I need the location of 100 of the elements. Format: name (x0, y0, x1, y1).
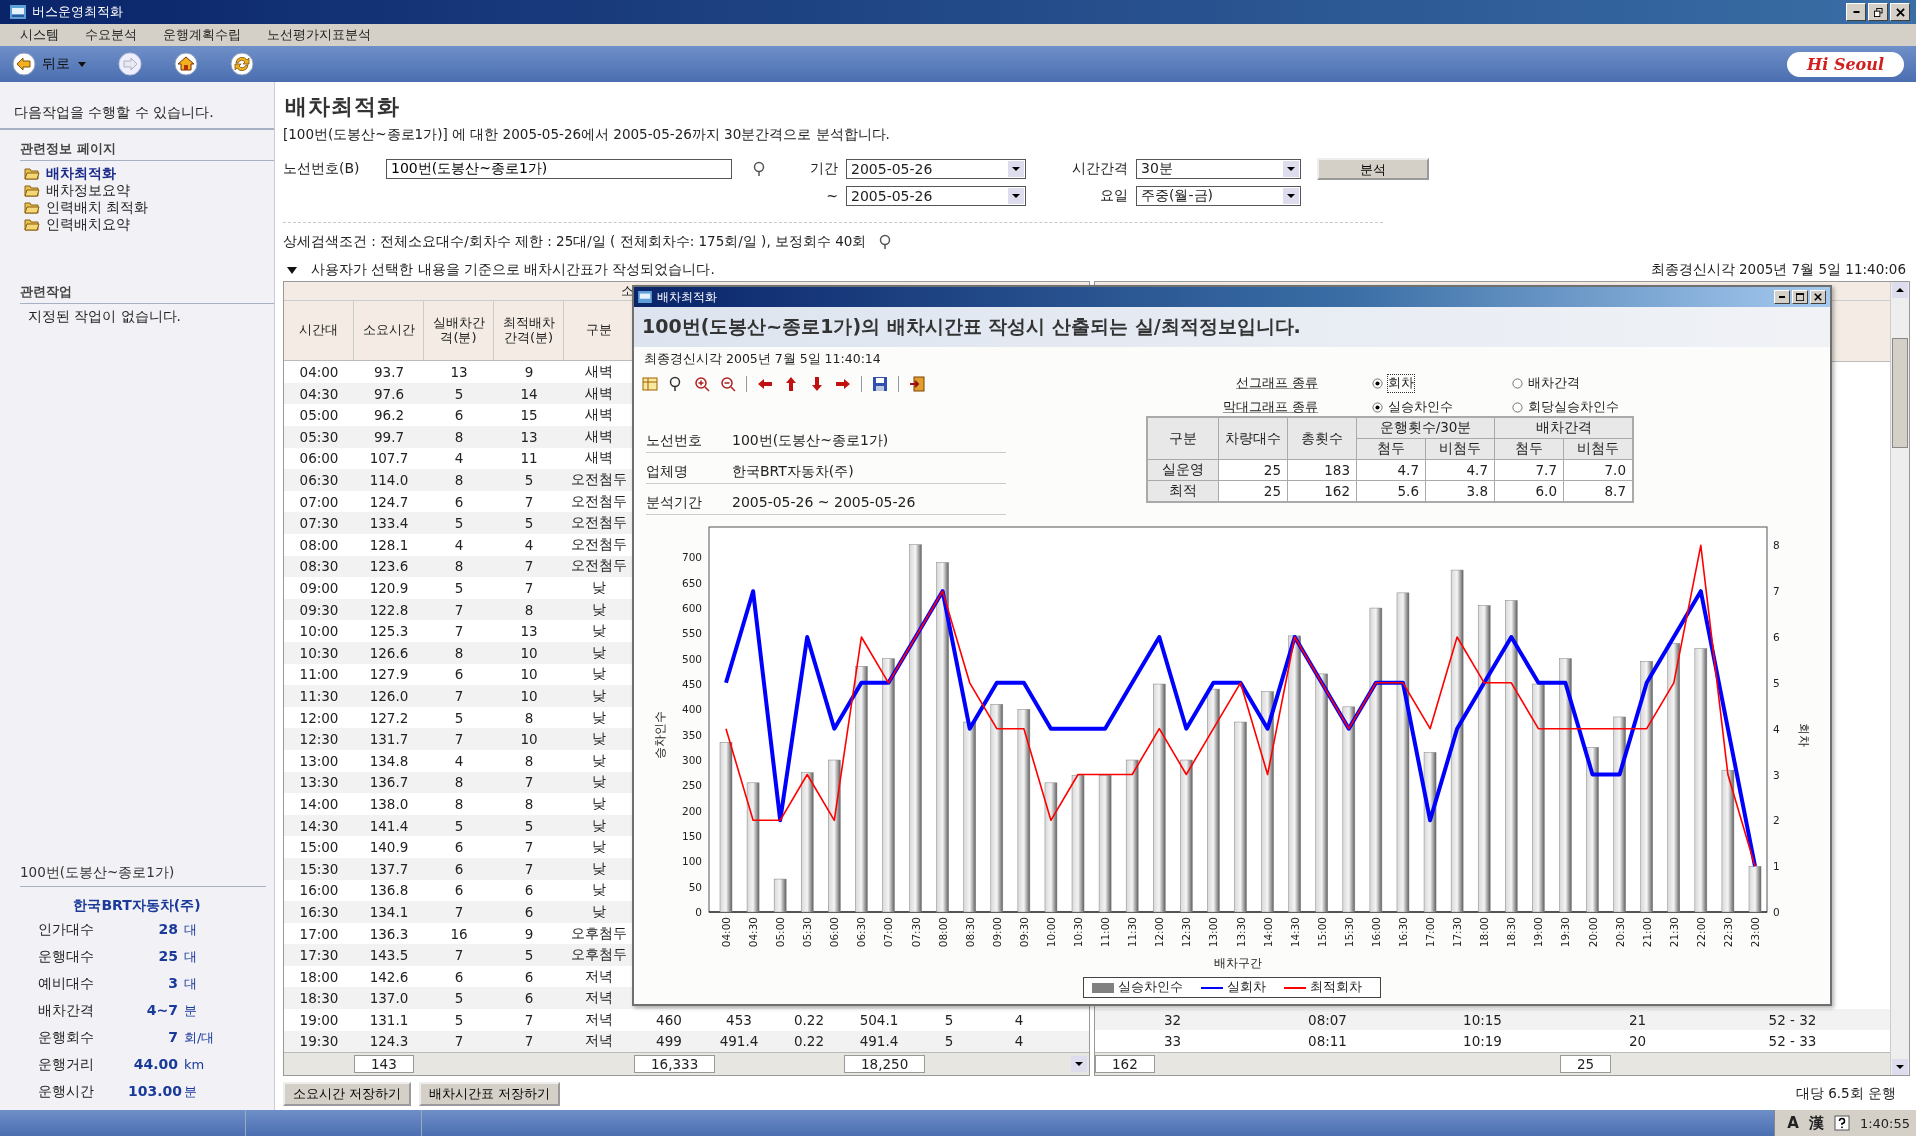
clock: 1:40:55 (1859, 1115, 1910, 1131)
close-button[interactable] (1890, 3, 1910, 21)
x-tick-label: 10:30 (1072, 917, 1085, 948)
x-tick-label: 12:00 (1153, 917, 1166, 948)
table-cell: 93.7 (373, 364, 405, 381)
back-button[interactable]: 뒤로 (12, 52, 70, 76)
table-cell: 4 (454, 752, 464, 769)
menu-item[interactable]: 노선평가지표분석 (267, 26, 371, 44)
save-button[interactable]: 소요시간 저장하기 (283, 1082, 412, 1106)
dropdown-caret-icon[interactable] (1071, 1056, 1087, 1073)
date-select[interactable]: 2005-05-26 (846, 186, 1026, 206)
home-icon[interactable] (174, 52, 198, 76)
table-cell: 6 (454, 860, 464, 877)
radio-button[interactable] (1512, 377, 1523, 389)
radio-button[interactable] (1372, 401, 1383, 413)
total-cell: 18,250 (844, 1055, 926, 1074)
help-icon[interactable] (1833, 1115, 1850, 1131)
table-cell: 새벽 (585, 427, 613, 444)
table-cell: 11 (520, 450, 538, 467)
table-cell: 11:00 (299, 666, 339, 683)
close-icon (1895, 7, 1905, 17)
minimize-button[interactable] (1774, 290, 1790, 304)
table-cell: 6 (524, 990, 534, 1007)
ime-indicator[interactable]: A (1787, 1114, 1799, 1132)
radio-option[interactable]: 실승차인수 (1332, 398, 1472, 416)
table-cell: 10:00 (299, 623, 339, 640)
up-arrow-icon[interactable] (783, 376, 799, 392)
table-cell: 7 (524, 1033, 534, 1050)
x-tick-label: 15:00 (1315, 917, 1328, 948)
table-cell: 7 (524, 860, 534, 877)
bar (1748, 866, 1762, 913)
y-tick-label: 600 (681, 602, 702, 615)
radio-option[interactable]: 배차간격 (1472, 374, 1632, 392)
day-select[interactable]: 주중(월-금) (1136, 186, 1301, 206)
stat-label: 예비대수 (38, 975, 95, 993)
radio-option[interactable]: 회당실승차인수 (1472, 398, 1632, 416)
table-cell: 8.7 (1604, 483, 1626, 499)
x-tick-label: 13:00 (1207, 917, 1220, 948)
table-cell: 460 (656, 1011, 682, 1028)
table-cell: 143.5 (369, 947, 409, 964)
x-tick-label: 13:30 (1234, 917, 1247, 948)
y-tick-label: 150 (681, 830, 702, 842)
restore-button[interactable] (1868, 3, 1888, 21)
scroll-thumb[interactable] (1892, 338, 1908, 448)
route-input[interactable]: 100번(도봉산~종로1가) (386, 159, 732, 179)
table-cell: 7 (524, 1011, 534, 1028)
table-icon[interactable] (642, 376, 658, 392)
ime-indicator[interactable]: 漢 (1808, 1113, 1824, 1133)
radio-button[interactable] (1512, 401, 1523, 413)
zoom-out-icon[interactable] (720, 376, 736, 392)
date-select[interactable]: 2005-05-26 (846, 159, 1026, 179)
close-button[interactable] (1810, 290, 1826, 304)
table-cell: 5 (524, 817, 534, 834)
stat-label: 배차간격 (38, 1002, 95, 1020)
x-tick-label: 14:00 (1261, 917, 1274, 948)
y-tick-label: 0 (695, 906, 702, 918)
left-arrow-icon[interactable] (757, 376, 773, 392)
scroll-down-icon[interactable] (1892, 1059, 1908, 1075)
exit-icon[interactable] (909, 376, 925, 392)
dropdown-caret-icon (1283, 188, 1299, 204)
table-cell: 7.7 (1535, 462, 1557, 478)
table-cell: 8 (454, 558, 464, 575)
scroll-up-icon[interactable] (1892, 282, 1908, 298)
stat-unit: 대 (184, 975, 197, 993)
table-cell: 낮 (592, 622, 606, 639)
sidebar-link[interactable]: 배차정보요약 (0, 182, 274, 199)
x-tick-label: 04:30 (747, 917, 760, 948)
maximize-button[interactable] (1792, 290, 1808, 304)
analyze-button[interactable]: 분석 (1317, 158, 1429, 180)
scrollbar[interactable] (1890, 282, 1909, 1075)
table-cell: 낮 (592, 794, 606, 811)
sidebar-link[interactable]: 배차최적화 (0, 165, 274, 182)
refresh-icon[interactable] (230, 52, 254, 76)
expand-caret-icon[interactable] (287, 266, 297, 274)
menu-item[interactable]: 수요분석 (85, 26, 137, 44)
minimize-button[interactable] (1846, 3, 1866, 21)
interval-select[interactable]: 30분 (1136, 159, 1301, 179)
radio-option[interactable]: 회차 (1332, 374, 1472, 392)
save-icon[interactable] (872, 376, 888, 392)
last-updated: 최종경신시각 2005년 7월 5일 11:40:06 (1650, 261, 1906, 279)
column-header: 차량대수 (1225, 429, 1281, 446)
dropdown-caret-icon (1008, 188, 1024, 204)
sidebar-link[interactable]: 인력배치 최적화 (0, 199, 274, 216)
sidebar-link[interactable]: 인력배치요약 (0, 216, 274, 233)
table-cell: 162 (1324, 483, 1350, 499)
down-arrow-icon[interactable] (809, 376, 825, 392)
radio-button[interactable] (1372, 377, 1383, 389)
save-button[interactable]: 배차시간표 저장하기 (419, 1082, 561, 1106)
table-cell: 124.7 (369, 493, 409, 510)
table-cell: 6 (454, 882, 464, 899)
zoom-in-icon[interactable] (694, 376, 710, 392)
right-arrow-icon[interactable] (835, 376, 851, 392)
table-cell: 16:30 (299, 903, 339, 920)
table-cell: 8 (524, 601, 534, 618)
table-cell: 9 (524, 925, 534, 942)
menu-item[interactable]: 운행계획수립 (163, 26, 241, 44)
table-cell: 6 (454, 839, 464, 856)
y-tick-label: 350 (681, 728, 702, 741)
menu-item[interactable]: 시스템 (20, 26, 59, 44)
table-cell: 7 (454, 1033, 464, 1050)
